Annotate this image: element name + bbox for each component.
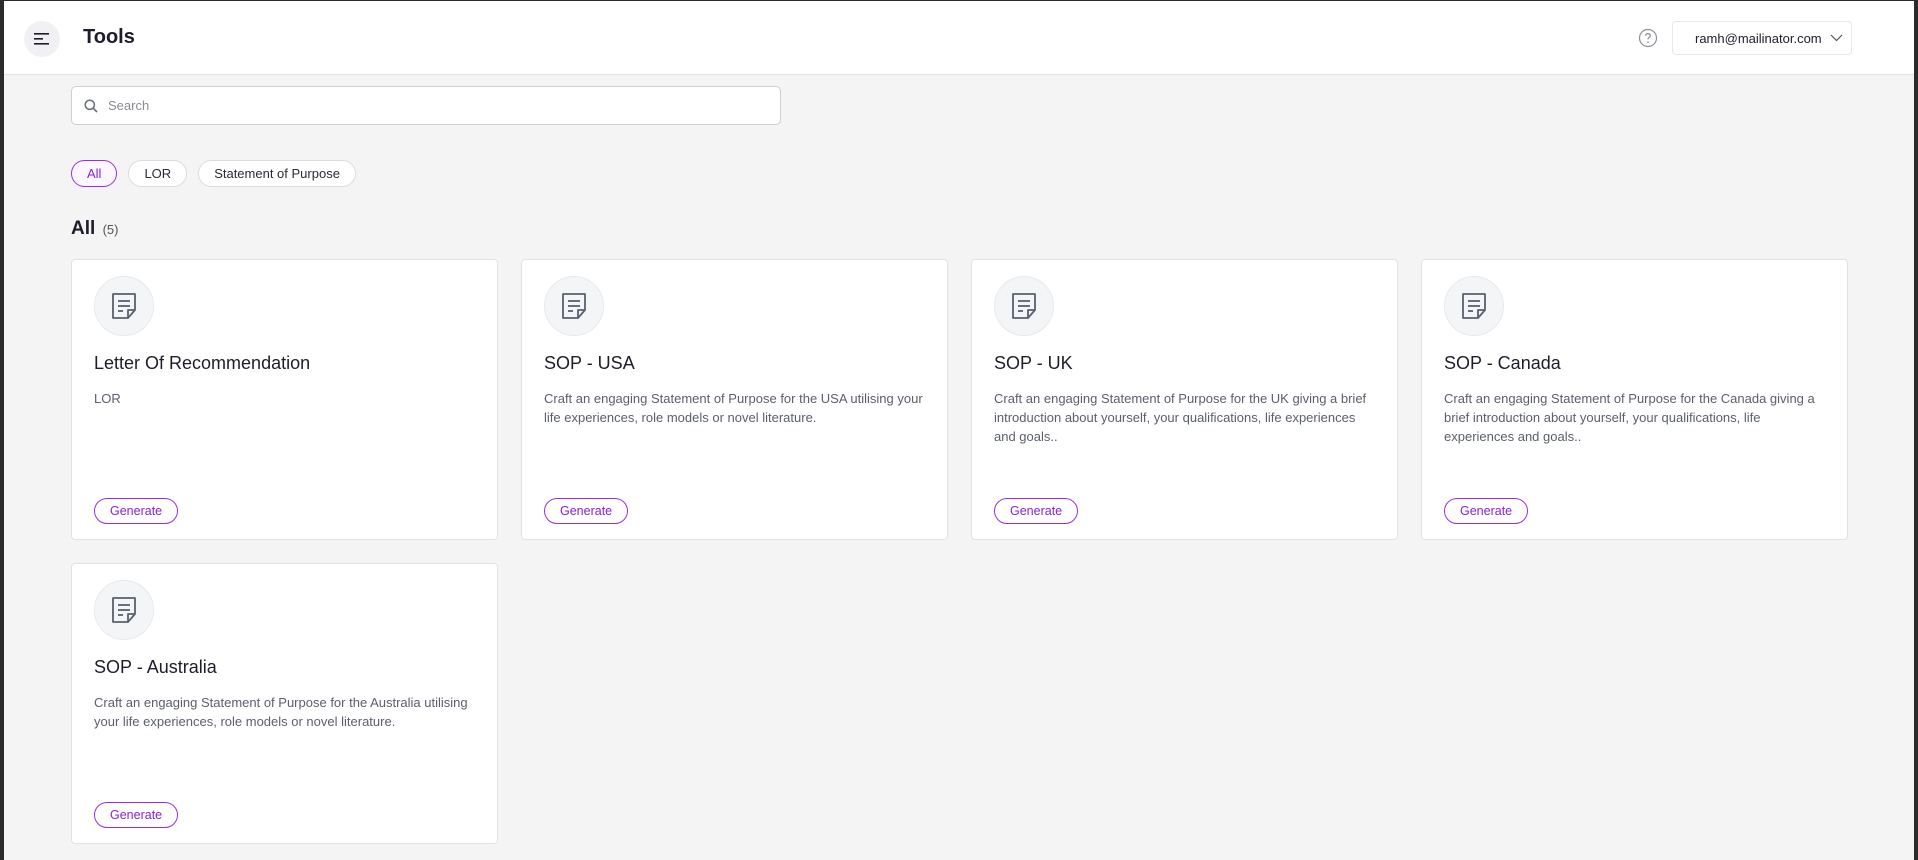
filter-chip-all[interactable]: All (71, 160, 118, 187)
hamburger-icon (34, 33, 49, 45)
card-title: SOP - USA (544, 353, 635, 373)
card-description: Craft an engaging Statement of Purpose f… (94, 695, 468, 729)
document-icon (94, 580, 154, 640)
tool-card-sop-canada: SOP - Canada Craft an engaging Statement… (1421, 259, 1848, 540)
tool-card-sop-australia: SOP - Australia Craft an engaging Statem… (71, 563, 498, 844)
card-title: Letter Of Recommendation (94, 353, 311, 373)
user-email: ramh@mailinator.com (1695, 30, 1822, 46)
card-description: Craft an engaging Statement of Purpose f… (544, 391, 923, 425)
search-icon (84, 98, 98, 113)
card-title: SOP - UK (994, 353, 1073, 373)
generate-button[interactable]: Generate (544, 498, 629, 524)
search-box (71, 86, 781, 125)
card-title: SOP - Australia (94, 657, 217, 677)
user-account-dropdown[interactable]: ramh@mailinator.com (1672, 21, 1852, 55)
section-count: (5) (102, 222, 119, 237)
section-heading: All (5) (71, 218, 118, 240)
chevron-down-icon (1830, 34, 1843, 42)
top-bar: Tools ramh@mailinator.com (4, 1, 1914, 75)
menu-toggle-button[interactable] (24, 21, 60, 57)
page-title: Tools (83, 26, 135, 48)
tool-card-letter-of-recommendation: Letter Of Recommendation LOR Generate (71, 259, 498, 540)
section-title: All (71, 218, 96, 239)
generate-button[interactable]: Generate (94, 498, 179, 524)
generate-button[interactable]: Generate (994, 498, 1079, 524)
tool-card-sop-usa: SOP - USA Craft an engaging Statement of… (521, 259, 948, 540)
document-icon (94, 276, 154, 336)
filter-chips: All LOR Statement of Purpose (71, 160, 356, 187)
help-icon[interactable] (1638, 28, 1658, 48)
document-icon (1444, 276, 1504, 336)
generate-button[interactable]: Generate (1444, 498, 1529, 524)
generate-button[interactable]: Generate (94, 802, 179, 828)
filter-chip-statement-of-purpose[interactable]: Statement of Purpose (198, 160, 356, 187)
filter-chip-lor[interactable]: LOR (128, 160, 188, 187)
search-input[interactable] (108, 98, 758, 113)
card-description: Craft an engaging Statement of Purpose f… (994, 391, 1367, 444)
app-window: Tools ramh@mailinator.com All LOR Statem… (4, 1, 1914, 860)
card-description: LOR (94, 391, 121, 406)
card-description: Craft an engaging Statement of Purpose f… (1444, 391, 1815, 444)
card-title: SOP - Canada (1444, 353, 1561, 373)
document-icon (994, 276, 1054, 336)
tool-card-sop-uk: SOP - UK Craft an engaging Statement of … (971, 259, 1398, 540)
document-icon (544, 276, 604, 336)
